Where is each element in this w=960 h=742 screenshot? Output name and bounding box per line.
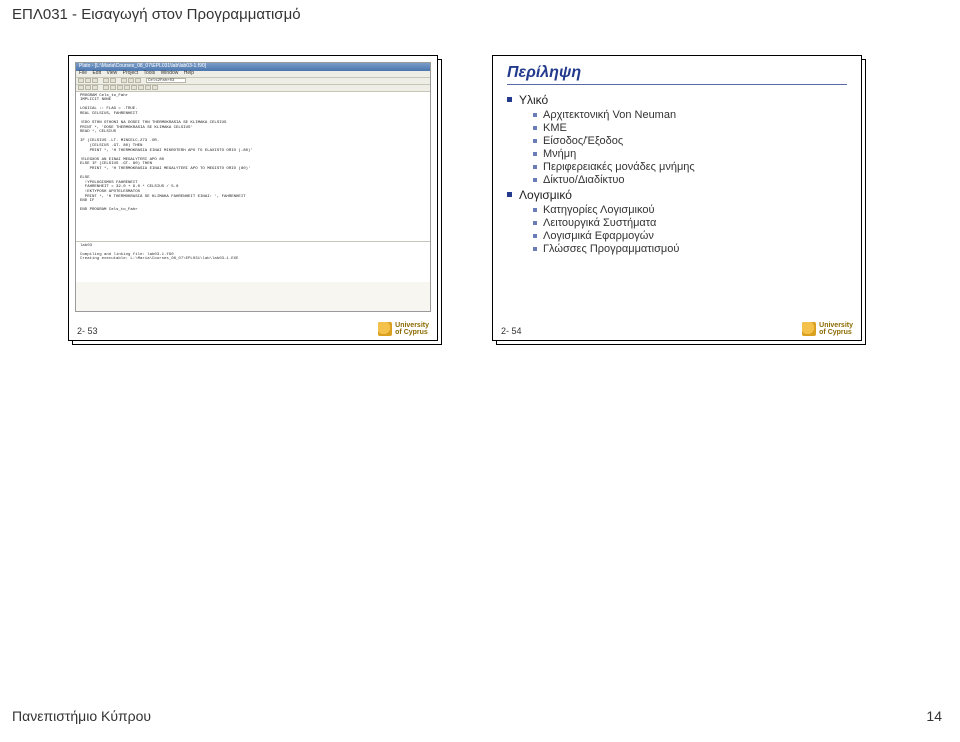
university-line1: University [819, 322, 853, 329]
toolbar-btn[interactable] [110, 78, 116, 83]
menu-help[interactable]: Help [184, 70, 194, 76]
toolbar-btn[interactable] [103, 78, 109, 83]
editor-toolbar: Cels2Fahr03 [76, 78, 430, 85]
toolbar-btn[interactable] [92, 78, 98, 83]
menu-view[interactable]: View [106, 70, 117, 76]
summary-list: Υλικό Αρχιτεκτονική Von Neuman ΚΜΕ Είσοδ… [507, 93, 847, 255]
footer-right: 14 [926, 708, 942, 724]
summary-title: Περίληψη [507, 64, 847, 85]
university-logo: University of Cyprus [378, 322, 429, 336]
summary-subitem: ΚΜΕ [533, 122, 847, 134]
toolbar-btn[interactable] [78, 85, 84, 90]
toolbar-btn[interactable] [131, 85, 137, 90]
summary-subitem: Περιφερειακές μονάδες μνήμης [533, 161, 847, 173]
editor-menubar: File Edit View Project Tools Window Help [76, 71, 430, 78]
summary-subitem: Μνήμη [533, 148, 847, 160]
toolbar-btn[interactable] [138, 85, 144, 90]
toolbar-btn[interactable] [128, 78, 134, 83]
summary-subitem: Είσοδος/Έξοδος [533, 135, 847, 147]
toolbar-btn[interactable] [85, 78, 91, 83]
summary-subitem: Γλώσσες Προγραμματισμού [533, 243, 847, 255]
toolbar-btn[interactable] [117, 85, 123, 90]
summary-subitem: Αρχιτεκτονική Von Neuman [533, 109, 847, 121]
crest-icon [378, 322, 392, 336]
toolbar-btn[interactable] [110, 85, 116, 90]
menu-tools[interactable]: Tools [143, 70, 155, 76]
code-editor-window: Plato - [L:\Maria\Courses_08_07\EPL031\l… [75, 62, 431, 312]
toolbar-btn[interactable] [145, 85, 151, 90]
slide-right: Περίληψη Υλικό Αρχιτεκτονική Von Neuman … [492, 55, 862, 341]
summary-item-software: Λογισμικό Κατηγορίες Λογισμικού Λειτουργ… [507, 188, 847, 255]
toolbar-btn[interactable] [124, 85, 130, 90]
university-line2: of Cyprus [819, 329, 853, 336]
editor-toolbar-2 [76, 85, 430, 92]
slide-footer: 2- 53 University of Cyprus [77, 322, 429, 336]
menu-project[interactable]: Project [123, 70, 139, 76]
toolbar-btn[interactable] [152, 85, 158, 90]
menu-edit[interactable]: Edit [92, 70, 101, 76]
output-area: lab03 Compiling and linking file: lab03-… [76, 242, 430, 282]
toolbar-btn[interactable] [85, 85, 91, 90]
toolbar-btn[interactable] [121, 78, 127, 83]
slide-left: Plato - [L:\Maria\Courses_08_07\EPL031\l… [68, 55, 438, 341]
summary-subitem: Λογισμικά Εφαρμογών [533, 230, 847, 242]
menu-file[interactable]: File [79, 70, 87, 76]
slide-number: 2- 54 [501, 326, 522, 336]
summary-panel: Περίληψη Υλικό Αρχιτεκτονική Von Neuman … [493, 56, 861, 255]
toolbar-combo[interactable]: Cels2Fahr03 [146, 78, 186, 83]
menu-window[interactable]: Window [161, 70, 179, 76]
summary-subitem: Λειτουργικά Συστήματα [533, 217, 847, 229]
footer-left: Πανεπιστήμιο Κύπρου [12, 708, 151, 724]
summary-item-label: Λογισμικό [519, 188, 572, 202]
toolbar-btn[interactable] [78, 78, 84, 83]
crest-icon [802, 322, 816, 336]
slide-footer: 2- 54 University of Cyprus [501, 322, 853, 336]
university-logo: University of Cyprus [802, 322, 853, 336]
toolbar-btn[interactable] [103, 85, 109, 90]
summary-item-label: Υλικό [519, 93, 548, 107]
summary-item-hardware: Υλικό Αρχιτεκτονική Von Neuman ΚΜΕ Είσοδ… [507, 93, 847, 186]
slides-row: Plato - [L:\Maria\Courses_08_07\EPL031\l… [68, 55, 862, 341]
university-line1: University [395, 322, 429, 329]
slide-number: 2- 53 [77, 326, 98, 336]
summary-subitem: Κατηγορίες Λογισμικού [533, 204, 847, 216]
toolbar-btn[interactable] [135, 78, 141, 83]
page-header: ΕΠΛ031 - Εισαγωγή στον Προγραμματισμό [12, 6, 301, 23]
toolbar-btn[interactable] [92, 85, 98, 90]
code-area[interactable]: PROGRAM Cels_to_Fahr IMPLICIT NONE LOGIC… [76, 92, 430, 242]
page-footer: Πανεπιστήμιο Κύπρου 14 [12, 708, 942, 724]
university-line2: of Cyprus [395, 329, 429, 336]
summary-subitem: Δίκτυο/Διαδίκτυο [533, 174, 847, 186]
